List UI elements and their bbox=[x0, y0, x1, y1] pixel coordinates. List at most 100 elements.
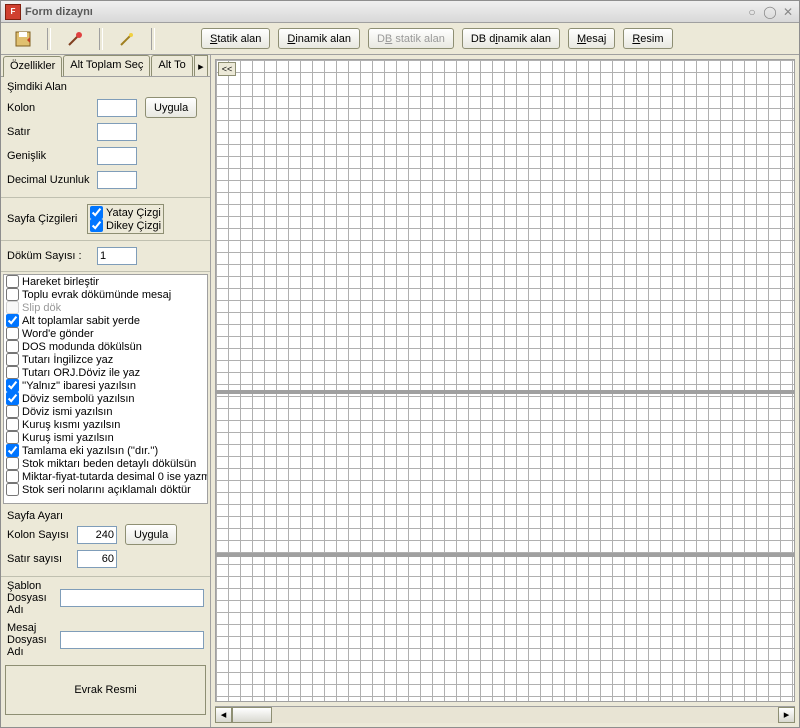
checklist-label: Kuruş ismi yazılsın bbox=[22, 432, 114, 444]
dinamik-alan-button[interactable]: Dinamik alan bbox=[278, 28, 360, 49]
checklist-item: Hareket birleştir bbox=[4, 275, 207, 288]
titlebar: F Form dizaynı ○ ◯ ✕ bbox=[1, 1, 799, 23]
checklist-label: Hareket birleştir bbox=[22, 276, 99, 288]
scroll-right-icon[interactable]: ▸ bbox=[778, 707, 795, 723]
left-panel: Özellikler Alt Toplam Seç Alt To ▸ Şimdi… bbox=[1, 55, 211, 727]
toolbar: Statik alan Dinamik alan DB statik alan … bbox=[1, 23, 799, 55]
checklist-label: Tamlama eki yazılsın (''dır.'') bbox=[22, 445, 158, 457]
close-icon[interactable]: ✕ bbox=[781, 5, 795, 19]
checklist-label: Miktar-fiyat-tutarda desimal 0 ise yazma bbox=[22, 471, 207, 483]
checklist-checkbox[interactable] bbox=[6, 405, 19, 418]
wand-red-icon[interactable] bbox=[59, 27, 91, 51]
mesaj-dosyasi-label: Mesaj Dosyası Adı bbox=[7, 622, 56, 658]
kolon-input[interactable] bbox=[97, 99, 137, 117]
checklist-label: Stok seri nolarını açıklamalı döktür bbox=[22, 484, 191, 496]
simdiki-alan-label: Şimdiki Alan bbox=[7, 81, 204, 93]
canvas-area: << ◂ ▸ bbox=[211, 55, 799, 727]
checklist-item: Döviz sembolü yazılsın bbox=[4, 392, 207, 405]
checklist-label: Slip dök bbox=[22, 302, 61, 314]
checklist-item: Alt toplamlar sabit yerde bbox=[4, 314, 207, 327]
wand-yellow-icon[interactable] bbox=[111, 27, 143, 51]
checklist-checkbox[interactable] bbox=[6, 418, 19, 431]
sablon-label: Şablon Dosyası Adı bbox=[7, 580, 56, 616]
satir-input[interactable] bbox=[97, 123, 137, 141]
section-divider-2[interactable] bbox=[216, 553, 795, 557]
dokum-sayisi-input[interactable] bbox=[97, 247, 137, 265]
checklist-checkbox[interactable] bbox=[6, 457, 19, 470]
collapse-button[interactable]: << bbox=[218, 62, 236, 76]
checklist-checkbox[interactable] bbox=[6, 483, 19, 496]
sayfa-ayari-group: Sayfa Ayarı Kolon Sayısı Satır sayısı Uy… bbox=[1, 506, 210, 577]
checklist-item: Stok seri nolarını açıklamalı döktür bbox=[4, 483, 207, 496]
mesaj-button[interactable]: Mesaj bbox=[568, 28, 615, 49]
checklist-item: Slip dök bbox=[4, 301, 207, 314]
scroll-left-icon[interactable]: ◂ bbox=[215, 707, 232, 723]
checklist-item: Döviz ismi yazılsın bbox=[4, 405, 207, 418]
tabs: Özellikler Alt Toplam Seç Alt To ▸ bbox=[1, 55, 210, 77]
checklist-checkbox[interactable] bbox=[6, 340, 19, 353]
satir-sayisi-label: Satır sayısı bbox=[7, 553, 77, 565]
db-dinamik-alan-button[interactable]: DB dinamik alan bbox=[462, 28, 560, 49]
db-statik-alan-button[interactable]: DB statik alan bbox=[368, 28, 454, 49]
options-checklist[interactable]: Hareket birleştirToplu evrak dökümünde m… bbox=[3, 274, 208, 504]
kolon-sayisi-input[interactable] bbox=[77, 526, 117, 544]
kolon-label: Kolon bbox=[7, 102, 97, 114]
tab-alt-to[interactable]: Alt To bbox=[151, 55, 192, 76]
tab-scroll-right[interactable]: ▸ bbox=[194, 55, 208, 76]
checklist-label: Döviz ismi yazılsın bbox=[22, 406, 112, 418]
maximize-icon[interactable]: ◯ bbox=[763, 5, 777, 19]
checklist-label: Stok miktarı beden detaylı dökülsün bbox=[22, 458, 196, 470]
statik-alan-button[interactable]: Statik alan bbox=[201, 28, 270, 49]
minimize-icon[interactable]: ○ bbox=[745, 5, 759, 19]
checklist-item: Tutarı ORJ.Döviz ile yaz bbox=[4, 366, 207, 379]
checklist-checkbox[interactable] bbox=[6, 288, 19, 301]
uygula-field-button[interactable]: Uygula bbox=[145, 97, 197, 118]
section-divider-1[interactable] bbox=[216, 390, 795, 394]
decimal-label: Decimal Uzunluk bbox=[7, 174, 97, 186]
checklist-checkbox[interactable] bbox=[6, 353, 19, 366]
checklist-item: Toplu evrak dökümünde mesaj bbox=[4, 288, 207, 301]
horizontal-scrollbar[interactable]: ◂ ▸ bbox=[215, 706, 795, 723]
tab-ozellikler[interactable]: Özellikler bbox=[3, 56, 62, 77]
evrak-resmi-group: Evrak Resmi bbox=[1, 661, 210, 719]
grid-background bbox=[216, 60, 795, 702]
checklist-item: Kuruş ismi yazılsın bbox=[4, 431, 207, 444]
checklist-checkbox[interactable] bbox=[6, 366, 19, 379]
checklist-label: Toplu evrak dökümünde mesaj bbox=[22, 289, 171, 301]
resim-button[interactable]: Resim bbox=[623, 28, 672, 49]
yatay-cizgi-checkbox[interactable] bbox=[90, 206, 103, 219]
mesaj-dosyasi-input[interactable] bbox=[60, 631, 204, 649]
dokum-group: Döküm Sayısı : bbox=[1, 241, 210, 272]
decimal-input[interactable] bbox=[97, 171, 137, 189]
checklist-item: Tutarı İngilizce yaz bbox=[4, 353, 207, 366]
sablon-input[interactable] bbox=[60, 589, 204, 607]
checklist-checkbox[interactable] bbox=[6, 392, 19, 405]
checklist-checkbox[interactable] bbox=[6, 314, 19, 327]
checklist-checkbox bbox=[6, 301, 19, 314]
satir-sayisi-input[interactable] bbox=[77, 550, 117, 568]
checklist-checkbox[interactable] bbox=[6, 379, 19, 392]
checklist-checkbox[interactable] bbox=[6, 275, 19, 288]
dikey-cizgi-checkbox[interactable] bbox=[90, 219, 103, 232]
evrak-resmi-box[interactable]: Evrak Resmi bbox=[5, 665, 206, 715]
checklist-item: DOS modunda dökülsün bbox=[4, 340, 207, 353]
checklist-label: Word'e gönder bbox=[22, 328, 94, 340]
kolon-sayisi-label: Kolon Sayısı bbox=[7, 529, 77, 541]
checklist-label: Döviz sembolü yazılsın bbox=[22, 393, 135, 405]
satir-label: Satır bbox=[7, 126, 97, 138]
checklist-label: Tutarı ORJ.Döviz ile yaz bbox=[22, 367, 140, 379]
checklist-checkbox[interactable] bbox=[6, 431, 19, 444]
genislik-input[interactable] bbox=[97, 147, 137, 165]
save-icon[interactable] bbox=[7, 27, 39, 51]
checklist-checkbox[interactable] bbox=[6, 470, 19, 483]
sayfa-cizgileri-label: Sayfa Çizgileri bbox=[7, 213, 87, 225]
checklist-checkbox[interactable] bbox=[6, 327, 19, 340]
uygula-sayfa-button[interactable]: Uygula bbox=[125, 524, 177, 545]
design-canvas[interactable]: << bbox=[215, 59, 795, 702]
checklist-label: ''Yalnız'' ibaresi yazılsın bbox=[22, 380, 136, 392]
checklist-item: ''Yalnız'' ibaresi yazılsın bbox=[4, 379, 207, 392]
scroll-thumb[interactable] bbox=[232, 707, 272, 723]
checklist-label: DOS modunda dökülsün bbox=[22, 341, 142, 353]
tab-alt-toplam-sec[interactable]: Alt Toplam Seç bbox=[63, 55, 150, 76]
checklist-checkbox[interactable] bbox=[6, 444, 19, 457]
